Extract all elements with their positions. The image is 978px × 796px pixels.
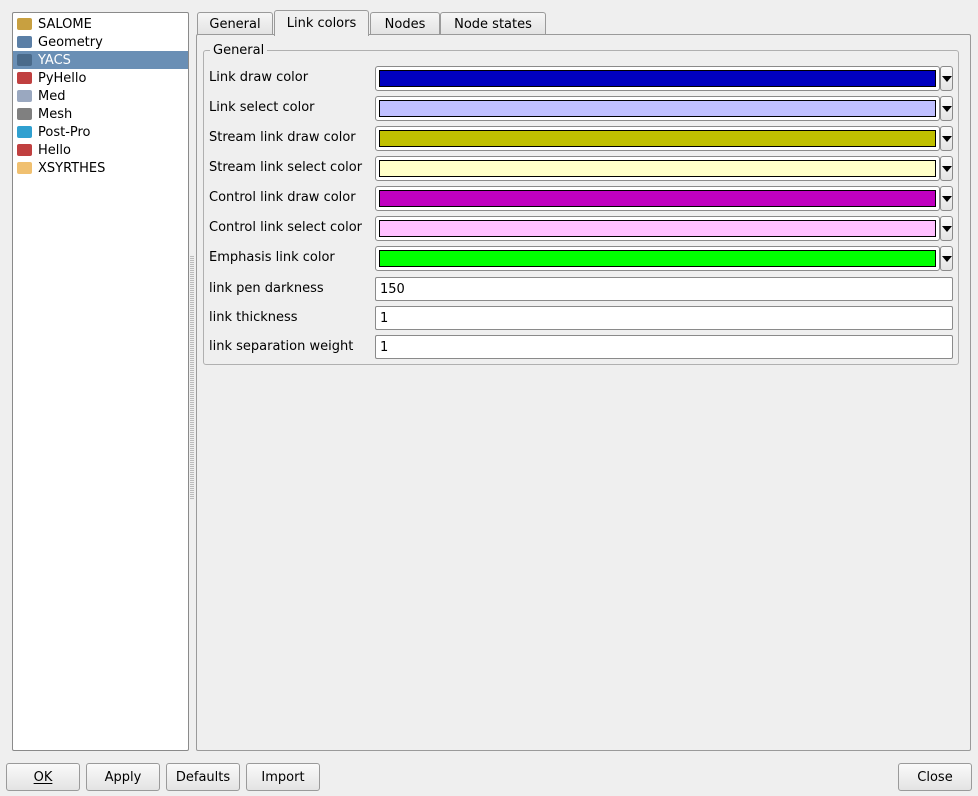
module-label: Geometry [38,34,103,50]
module-list[interactable]: SALOME Geometry YACS PyHello Med Mesh Post-Pro… [12,12,189,751]
defaults-button[interactable]: Defaults [166,763,240,791]
color-row-label: Emphasis link color [209,250,335,265]
xsyrthes-icon [17,162,32,174]
module-label: Mesh [38,106,73,122]
color-swatch [379,130,936,147]
color-swatch [379,190,936,207]
value-input[interactable] [375,277,953,301]
pyhello-icon [17,72,32,84]
color-swatch [379,100,936,117]
value-row-label: link thickness [209,310,298,325]
value-input[interactable] [375,335,953,359]
defaults-label: Defaults [175,769,231,785]
dropdown-arrow-icon[interactable] [940,66,953,91]
module-label: PyHello [38,70,87,86]
color-swatch [379,160,936,177]
dropdown-arrow-icon[interactable] [940,96,953,121]
color-picker[interactable] [375,156,940,181]
module-item-yacs[interactable]: YACS [13,51,188,69]
dropdown-arrow-icon[interactable] [940,156,953,181]
module-item-mesh[interactable]: Mesh [13,105,188,123]
value-input[interactable] [375,306,953,330]
module-label: SALOME [38,16,92,32]
yacs-icon [17,54,32,66]
tab-general[interactable]: General [197,12,273,35]
value-row-label: link separation weight [209,339,354,354]
module-label: Med [38,88,66,104]
ok-label: OK [33,769,53,785]
module-label: YACS [38,52,71,68]
med-icon [17,90,32,102]
dropdown-arrow-icon[interactable] [940,246,953,271]
color-picker[interactable] [375,96,940,121]
module-label: Hello [38,142,71,158]
postpro-icon [17,126,32,138]
module-item-med[interactable]: Med [13,87,188,105]
color-row-label: Control link draw color [209,190,356,205]
dropdown-arrow-icon[interactable] [940,216,953,241]
module-item-salome[interactable]: SALOME [13,15,188,33]
import-button[interactable]: Import [246,763,320,791]
dropdown-arrow-icon[interactable] [940,186,953,211]
value-row-label: link pen darkness [209,281,324,296]
apply-label: Apply [104,769,142,785]
module-item-hello[interactable]: Hello [13,141,188,159]
tab-label: Link colors [286,16,357,31]
color-swatch [379,220,936,237]
module-item-geometry[interactable]: Geometry [13,33,188,51]
mesh-icon [17,108,32,120]
tab-label: General [209,16,261,32]
tab-node-states[interactable]: Node states [440,12,546,35]
geometry-icon [17,36,32,48]
tab-label: Nodes [384,16,426,32]
color-row-label: Link select color [209,100,315,115]
tab-link-colors[interactable]: Link colors [274,10,369,36]
salome-icon [17,18,32,30]
color-swatch [379,70,936,87]
ok-button[interactable]: OK [6,763,80,791]
module-item-pyhello[interactable]: PyHello [13,69,188,87]
color-row-label: Link draw color [209,70,309,85]
close-button[interactable]: Close [898,763,972,791]
module-label: Post-Pro [38,124,91,140]
apply-button[interactable]: Apply [86,763,160,791]
splitter-handle[interactable] [190,255,194,500]
color-swatch [379,250,936,267]
module-label: XSYRTHES [38,160,106,176]
color-picker[interactable] [375,66,940,91]
tab-label: Node states [454,16,532,32]
hello-icon [17,144,32,156]
module-item-xsyrthes[interactable]: XSYRTHES [13,159,188,177]
color-row-label: Control link select color [209,220,363,235]
dropdown-arrow-icon[interactable] [940,126,953,151]
color-row-label: Stream link draw color [209,130,356,145]
group-title: General [210,43,268,58]
tab-nodes[interactable]: Nodes [370,12,440,35]
module-item-post-pro[interactable]: Post-Pro [13,123,188,141]
color-picker[interactable] [375,216,940,241]
color-picker[interactable] [375,246,940,271]
color-picker[interactable] [375,186,940,211]
color-row-label: Stream link select color [209,160,363,175]
color-picker[interactable] [375,126,940,151]
import-label: Import [261,769,305,785]
close-label: Close [917,769,953,785]
